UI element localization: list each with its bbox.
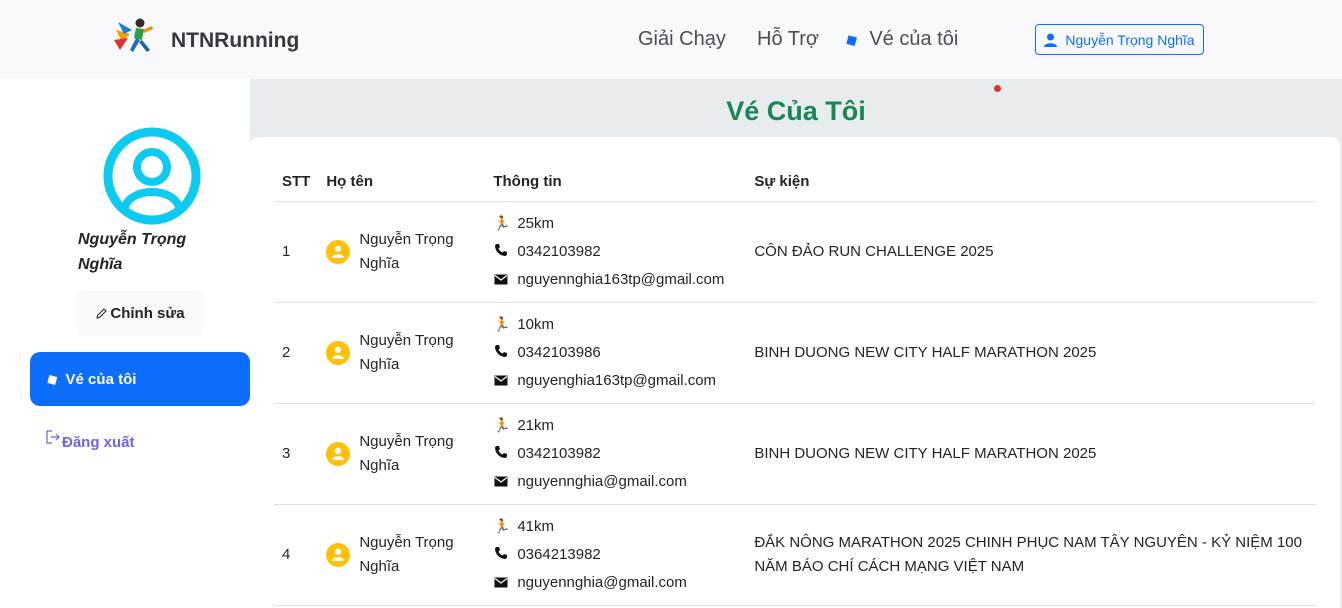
row-distance: 41km [517, 518, 555, 535]
row-event: CÔN ĐẢO RUN CHALLENGE 2025 [754, 242, 994, 260]
user-account-button[interactable]: Nguyễn Trọng Nghĩa [1035, 24, 1204, 55]
phone-icon [493, 445, 509, 462]
logout-link[interactable]: Đăng xuất [46, 430, 135, 451]
user-icon [326, 239, 351, 264]
row-stt: 3 [274, 403, 319, 505]
table-row[interactable]: 2 Nguyễn Trọng Nghĩa 🏃 10km 0342103986 n… [274, 302, 1316, 404]
phone-icon [493, 546, 509, 563]
row-name-cell: Nguyễn Trọng Nghĩa [326, 531, 477, 579]
row-phone: 0342103982 [517, 243, 601, 260]
mail-icon [493, 474, 509, 490]
user-icon [326, 542, 351, 567]
row-event: ĐẮK NÔNG MARATHON 2025 CHINH PHỤC NAM TÂ… [754, 533, 1302, 575]
mail-icon [493, 575, 509, 591]
row-name: Nguyễn Trọng Nghĩa [359, 533, 454, 575]
sidebar-item-my-tickets[interactable]: ◆ Vé của tôi [30, 352, 250, 406]
row-phone: 0364213982 [517, 546, 601, 563]
row-distance: 25km [517, 215, 555, 232]
notification-dot [994, 85, 1001, 92]
top-navbar: NTNRunning Giải Chạy Hỗ Trợ ◆ Vé của tôi… [0, 0, 1342, 79]
user-account-name: Nguyễn Trọng Nghĩa [1065, 31, 1195, 48]
edit-profile-button[interactable]: Chỉnh sửa [76, 291, 204, 336]
running-icon: 🏃 [493, 316, 511, 332]
row-name-cell: Nguyễn Trọng Nghĩa [326, 228, 477, 276]
column-header-name: Họ tên [318, 162, 486, 202]
user-icon [326, 340, 351, 365]
nav-my-tickets[interactable]: ◆ Vé của tôi [842, 28, 959, 51]
logout-icon [46, 430, 60, 444]
row-distance: 10km [517, 316, 555, 333]
runner-logo-icon[interactable] [112, 16, 158, 58]
row-name: Nguyễn Trọng Nghĩa [359, 432, 454, 474]
row-phone: 0342103982 [517, 445, 601, 462]
row-event: BINH DUONG NEW CITY HALF MARATHON 2025 [754, 444, 1097, 462]
sidebar: Nguyễn Trọng Nghĩa Chỉnh sửa ◆ Vé của tô… [0, 79, 250, 608]
table-row[interactable]: 4 Nguyễn Trọng Nghĩa 🏃 41km 0364213982 n… [274, 504, 1316, 606]
row-email: nguyenghia163tp@gmail.com [517, 372, 717, 389]
row-distance: 21km [517, 417, 555, 434]
row-phone: 0342103986 [517, 344, 601, 361]
row-name: Nguyễn Trọng Nghĩa [359, 331, 454, 373]
column-header-info: Thông tin [485, 162, 747, 202]
sidebar-item-label: Vé của tôi [65, 370, 137, 388]
phone-icon [493, 243, 509, 260]
running-icon: 🏃 [493, 518, 511, 534]
row-email: nguyennghia163tp@gmail.com [517, 271, 725, 288]
ticket-icon: ◆ [841, 29, 861, 51]
profile-name: Nguyễn Trọng Nghĩa [78, 231, 187, 273]
row-name: Nguyễn Trọng Nghĩa [359, 230, 454, 272]
profile-avatar-icon [103, 127, 201, 225]
row-stt: 1 [274, 201, 319, 303]
mail-icon [493, 373, 509, 389]
nav-races[interactable]: Giải Chạy [638, 28, 726, 51]
user-icon [326, 441, 351, 466]
ticket-icon: ◆ [42, 369, 62, 390]
column-header-stt: STT [274, 162, 319, 202]
row-stt: 2 [274, 302, 319, 404]
brand-name[interactable]: NTNRunning [171, 29, 299, 53]
table-header-row: STT Họ tên Thông tin Sự kiện [274, 162, 1316, 202]
tickets-card: STT Họ tên Thông tin Sự kiện 1 Nguyễn Tr… [250, 137, 1340, 608]
tickets-table: STT Họ tên Thông tin Sự kiện 1 Nguyễn Tr… [274, 162, 1316, 606]
logout-label: Đăng xuất [62, 434, 135, 451]
nav-support[interactable]: Hỗ Trợ [757, 28, 819, 51]
column-header-event: Sự kiện [746, 162, 1316, 202]
row-stt: 4 [274, 504, 319, 606]
row-event: BINH DUONG NEW CITY HALF MARATHON 2025 [754, 343, 1097, 361]
page-title: Vé Của Tôi [726, 96, 866, 126]
running-icon: 🏃 [493, 215, 511, 231]
running-icon: 🏃 [493, 417, 511, 433]
nav-my-tickets-label: Vé của tôi [869, 28, 959, 50]
row-name-cell: Nguyễn Trọng Nghĩa [326, 329, 477, 377]
pencil-icon [96, 308, 108, 319]
user-icon [1044, 33, 1058, 47]
table-row[interactable]: 3 Nguyễn Trọng Nghĩa 🏃 21km 0342103982 n… [274, 403, 1316, 505]
mail-icon [493, 272, 509, 288]
phone-icon [493, 344, 509, 361]
row-name-cell: Nguyễn Trọng Nghĩa [326, 430, 477, 478]
row-email: nguyennghia@gmail.com [517, 574, 687, 591]
edit-profile-label: Chỉnh sửa [110, 305, 185, 322]
row-email: nguyennghia@gmail.com [517, 473, 687, 490]
table-row[interactable]: 1 Nguyễn Trọng Nghĩa 🏃 25km 0342103982 n… [274, 201, 1316, 303]
